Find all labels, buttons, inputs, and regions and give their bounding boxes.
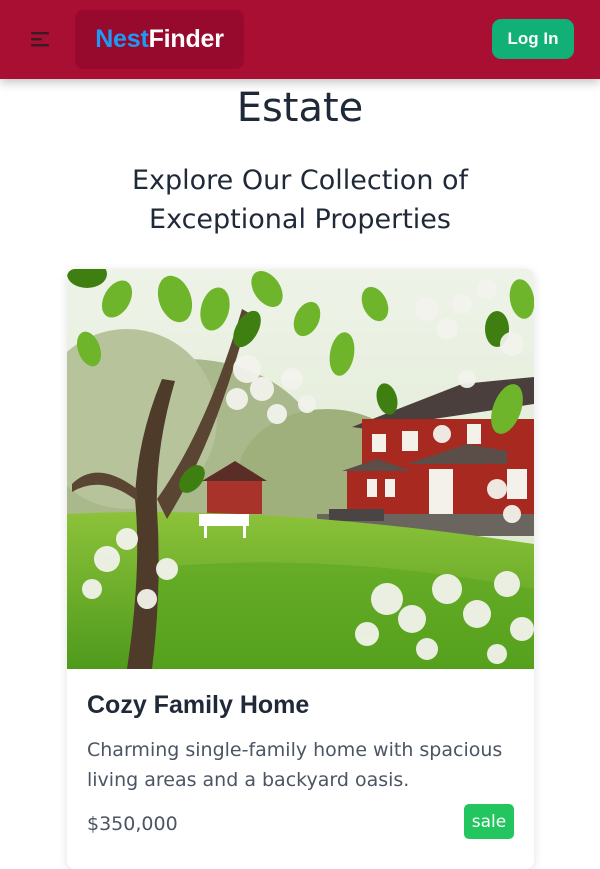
property-description: Charming single-family home with spaciou… (87, 739, 503, 791)
property-photo (67, 269, 534, 669)
brand-logo-part1: Nest (95, 25, 149, 53)
page-title: Estate (236, 85, 364, 131)
brand-logo-part2: Finder (148, 25, 224, 53)
menu-icon (31, 32, 49, 47)
status-badge: sale (464, 804, 514, 839)
menu-button[interactable] (27, 28, 53, 50)
top-navbar: Nest Finder Log In (0, 0, 600, 79)
property-card[interactable]: Cozy Family Home Charming single-family … (67, 269, 534, 869)
login-button[interactable]: Log In (492, 19, 574, 59)
brand-logo[interactable]: Nest Finder (75, 10, 244, 69)
page-subtitle: Explore Our Collection of Exceptional Pr… (131, 165, 469, 235)
property-title: Cozy Family Home (87, 691, 310, 719)
property-price: $350,000 (87, 813, 178, 835)
